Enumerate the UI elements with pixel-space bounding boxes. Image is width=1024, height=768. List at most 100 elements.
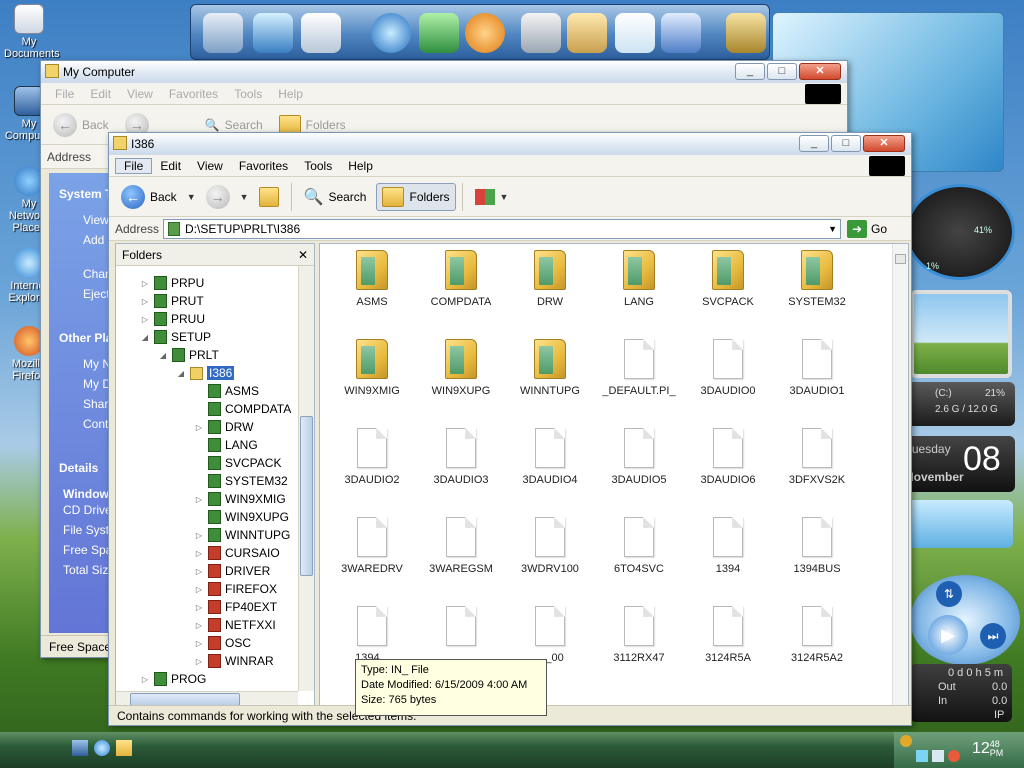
file-item[interactable]: 3WAREDRV — [332, 517, 412, 575]
forward-dropdown-icon[interactable]: ▼ — [240, 192, 249, 202]
folder-item[interactable]: COMPDATA — [421, 250, 501, 308]
file-item[interactable]: 1394... — [332, 606, 412, 664]
maximize-button[interactable]: □ — [831, 135, 861, 152]
paint-icon[interactable] — [567, 13, 607, 53]
desktop-icon-my-documents[interactable]: My Documents — [4, 4, 60, 60]
file-item[interactable]: 3DAUDIO4 — [510, 428, 590, 486]
play-button[interactable]: ▶ — [928, 615, 968, 655]
go-button[interactable]: ➜ Go — [847, 219, 887, 238]
calculator-icon[interactable] — [521, 13, 561, 53]
file-item[interactable]: _DEFAULT.PI_ — [599, 339, 679, 397]
content-scroll-thumb[interactable] — [895, 254, 906, 264]
folder-item[interactable]: WINNTUPG — [510, 339, 590, 397]
title-bar[interactable]: My Computer _ □ ✕ — [41, 61, 847, 83]
file-item[interactable]: 3124R5A — [688, 606, 768, 664]
tree-scroll-thumb[interactable] — [300, 416, 313, 576]
expand-icon[interactable]: ▷ — [140, 675, 150, 684]
tree-node[interactable]: ▷ WIN9XMIG — [194, 490, 286, 508]
folder-item[interactable]: SYSTEM32 — [777, 250, 857, 308]
maximize-button[interactable]: □ — [767, 63, 797, 80]
quick-launch-desktop-icon[interactable] — [72, 740, 88, 756]
minimize-button[interactable]: _ — [735, 63, 765, 80]
file-item[interactable]: 3DAUDIO1 — [777, 339, 857, 397]
expand-icon[interactable]: ▷ — [140, 279, 150, 288]
file-item[interactable]: 3DAUDIO5 — [599, 428, 679, 486]
expand-icon[interactable]: ▷ — [194, 639, 204, 648]
quick-launch-ie-icon[interactable] — [94, 740, 110, 756]
computer-icon[interactable] — [203, 13, 243, 53]
expand-icon[interactable]: ◢ — [158, 351, 168, 360]
views-button[interactable]: ▼ — [469, 185, 515, 209]
tree-node[interactable]: ▷ NETFXXI — [194, 616, 276, 634]
tree-node[interactable]: ▷ PROG — [140, 670, 206, 688]
menu-edit[interactable]: Edit — [152, 159, 189, 173]
file-item[interactable]: 3DAUDIO0 — [688, 339, 768, 397]
tray-alert-icon[interactable] — [948, 750, 960, 762]
tree-vertical-scrollbar[interactable] — [298, 266, 314, 691]
expand-icon[interactable]: ◢ — [176, 369, 186, 378]
clock[interactable]: 1248 PM — [972, 740, 1003, 758]
up-folder-button[interactable] — [253, 183, 285, 211]
tree-node[interactable]: COMPDATA — [194, 400, 291, 418]
tree-node[interactable]: SVCPACK — [194, 454, 281, 472]
file-item[interactable]: 3112RX47 — [599, 606, 679, 664]
tree-node[interactable]: ▷ FIREFOX — [194, 580, 277, 598]
tree-node[interactable]: ▷ DRW — [194, 418, 253, 436]
file-item[interactable]: 3124R5A2 — [777, 606, 857, 664]
file-item[interactable] — [421, 606, 501, 652]
file-item[interactable]: 3DAUDIO2 — [332, 428, 412, 486]
tree-node[interactable]: ◢ SETUP — [140, 328, 211, 346]
back-button[interactable]: ← Back — [115, 181, 183, 213]
task-eject[interactable]: Eject — [83, 287, 110, 301]
file-item[interactable]: 1394BUS — [777, 517, 857, 575]
media-center-icon[interactable] — [419, 13, 459, 53]
tree-node[interactable]: ▷ WINRAR — [194, 652, 274, 670]
tree-node[interactable]: WIN9XUPG — [194, 508, 289, 526]
menu-help[interactable]: Help — [340, 159, 381, 173]
menu-view[interactable]: View — [189, 159, 231, 173]
tree-node[interactable]: ◢ I386 — [176, 364, 235, 382]
folders-button[interactable]: Folders — [376, 182, 456, 211]
tray-security-icon[interactable] — [900, 735, 912, 747]
tree-node[interactable]: ▷ OSC — [194, 634, 251, 652]
menu-edit[interactable]: Edit — [82, 87, 119, 101]
tree-node[interactable]: ▷ CURSAIO — [194, 544, 280, 562]
menu-tools[interactable]: Tools — [226, 87, 270, 101]
menu-file[interactable]: File — [115, 157, 153, 174]
expand-icon[interactable]: ▷ — [194, 531, 204, 540]
file-item[interactable]: 1394 — [688, 517, 768, 575]
task-view[interactable]: View — [83, 213, 109, 227]
folder-item[interactable]: WIN9XMIG — [332, 339, 412, 397]
file-item[interactable]: 3WDRV100 — [510, 517, 590, 575]
next-button[interactable]: ⏭ — [980, 623, 1006, 649]
title-bar[interactable]: I386 _ □ ✕ — [109, 133, 911, 155]
file-item[interactable]: 3DFXVS2K — [777, 428, 857, 486]
network-icon[interactable] — [253, 13, 293, 53]
folder-item[interactable]: ASMS — [332, 250, 412, 308]
back-dropdown-icon[interactable]: ▼ — [187, 192, 196, 202]
file-item[interactable]: 3WAREGSM — [421, 517, 501, 575]
folder-item[interactable]: WIN9XUPG — [421, 339, 501, 397]
menu-tools[interactable]: Tools — [296, 159, 340, 173]
menu-file[interactable]: File — [47, 87, 82, 101]
tree-node[interactable]: ◢ PRLT — [158, 346, 219, 364]
tree-node[interactable]: ▷ PRUT — [140, 292, 204, 310]
expand-icon[interactable]: ▷ — [194, 657, 204, 666]
tree-node[interactable]: ▷ DRIVER — [194, 562, 270, 580]
folder-item[interactable]: SVCPACK — [688, 250, 768, 308]
folder-item[interactable]: DRW — [510, 250, 590, 308]
expand-icon[interactable]: ▷ — [194, 585, 204, 594]
expand-icon[interactable]: ▷ — [140, 297, 150, 306]
tree-node[interactable]: ▷ FP40EXT — [194, 598, 277, 616]
address-input[interactable]: D:\SETUP\PRLT\I386 ▼ — [163, 218, 841, 239]
expand-icon[interactable]: ▷ — [140, 315, 150, 324]
quick-launch-explorer-icon[interactable] — [116, 740, 132, 756]
close-pane-icon[interactable]: ✕ — [298, 244, 308, 266]
file-item[interactable]: ..._00 — [510, 606, 590, 664]
tree-node[interactable]: ▷ PRPU — [140, 274, 204, 292]
tree-node[interactable]: LANG — [194, 436, 258, 454]
tray-network-icon[interactable] — [916, 750, 928, 762]
tree-node[interactable]: ASMS — [194, 382, 259, 400]
media-player-icon[interactable] — [465, 13, 505, 53]
address-dropdown-icon[interactable]: ▼ — [828, 224, 837, 234]
